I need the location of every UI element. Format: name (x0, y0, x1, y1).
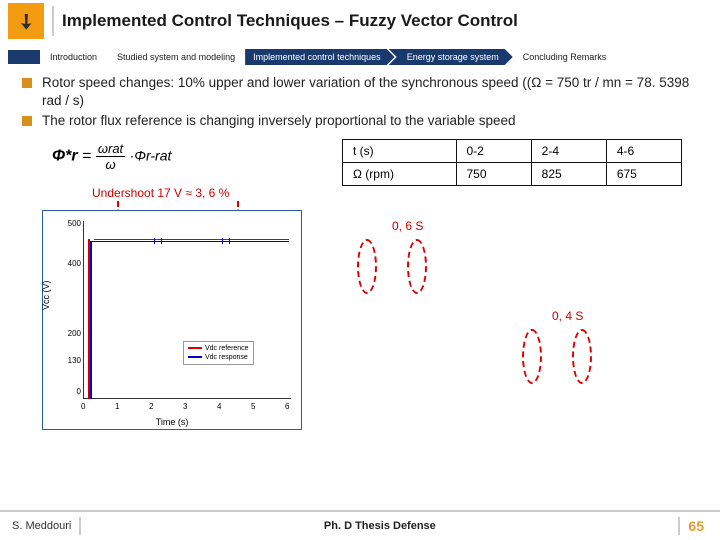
nav-introduction: Introduction (40, 49, 107, 65)
nav-accent (8, 50, 40, 64)
dash-ellipse-3 (522, 329, 542, 384)
nav-energy-storage: Energy storage system (389, 49, 513, 65)
chart-ylabel: Vcc (V) (41, 280, 51, 310)
footer-center: Ph. D Thesis Defense (89, 520, 670, 532)
chart: Vcc (V) Time (s) 500 400 200 130 0 0 1 2… (42, 210, 302, 430)
nav-studied-system: Studied system and modeling (107, 49, 245, 65)
dash-ellipse-1 (357, 239, 377, 294)
footer-sep (678, 517, 680, 535)
title-separator (52, 6, 54, 36)
dash-ellipse-2 (407, 239, 427, 294)
nav-concluding: Concluding Remarks (513, 49, 617, 65)
bullet-icon (22, 78, 32, 88)
trace-response (92, 241, 289, 242)
nav-implemented: Implemented control techniques (245, 49, 395, 65)
logo-icon: ➘ (8, 3, 44, 39)
slide-title: Implemented Control Techniques – Fuzzy V… (62, 11, 518, 31)
chart-legend: Vdc reference Vdc response (183, 341, 254, 365)
chart-xlabel: Time (s) (156, 417, 189, 427)
page-number: 65 (688, 518, 704, 534)
bullet-icon (22, 116, 32, 126)
formula: Φ*r = ωrat ω ·Φr-rat (52, 141, 332, 172)
breadcrumb: Introduction Studied system and modeling… (0, 46, 720, 68)
trace-reference (94, 239, 289, 240)
footer-sep (79, 517, 81, 535)
region-label-2: 0, 4 S (552, 309, 583, 323)
undershoot-label: Undershoot 17 V ≈ 3, 6 % (92, 186, 332, 200)
footer-author: S. Meddouri (12, 520, 71, 532)
bullet-2: The rotor flux reference is changing inv… (42, 112, 516, 130)
dash-ellipse-4 (572, 329, 592, 384)
data-table: t (s) 0-2 2-4 4-6 Ω (rpm) 750 825 675 (342, 139, 682, 186)
region-label-1: 0, 6 S (392, 219, 423, 233)
bullet-1: Rotor speed changes: 10% upper and lower… (42, 74, 698, 110)
